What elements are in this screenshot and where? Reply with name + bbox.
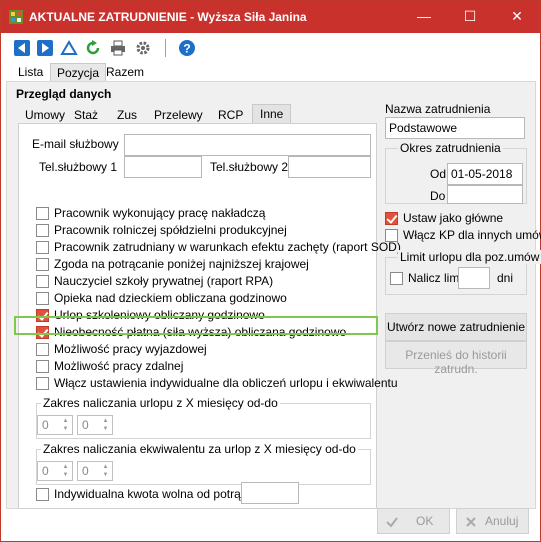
period-group: Okres zatrudnienia Od 01-05-2018 Do <box>385 141 527 204</box>
cancel-button[interactable]: Anuluj <box>456 508 529 534</box>
limit-checkbox[interactable] <box>390 272 403 285</box>
checkbox-sod[interactable] <box>36 241 49 254</box>
svg-text:?: ? <box>183 42 190 56</box>
kp-checkbox[interactable] <box>385 229 398 242</box>
title-bar: AKTUALNE ZATRUDNIENIE - Wyższa Siła Jani… <box>1 1 540 33</box>
move-history-button[interactable]: Przenieś do historii zatrudn. <box>385 341 527 376</box>
range-vacation-label: Zakres naliczania urlopu z X miesięcy od… <box>41 396 280 410</box>
checkbox-naklad[interactable] <box>36 207 49 220</box>
checkbox-zdalna[interactable] <box>36 360 49 373</box>
to-date-field[interactable] <box>447 185 523 204</box>
check-icon <box>386 517 398 528</box>
highlight-box <box>14 316 378 335</box>
limit-unit: dni <box>497 271 514 285</box>
refresh-icon[interactable] <box>84 39 102 57</box>
cancel-icon <box>466 517 476 527</box>
window-title: AKTUALNE ZATRUDNIENIE - Wyższa Siła Jani… <box>29 10 307 24</box>
settings-icon[interactable] <box>134 39 152 57</box>
print-icon[interactable] <box>109 39 127 57</box>
phone2-field[interactable] <box>288 156 371 178</box>
range-vacation-from[interactable]: 0 ▲ ▼ <box>37 415 73 435</box>
tab-lista[interactable]: Lista <box>12 63 49 81</box>
from-label: Od <box>430 167 447 181</box>
dialog-window: AKTUALNE ZATRUDNIENIE - Wyższa Siła Jani… <box>0 0 541 542</box>
phone2-label: Tel.służbowy 2 <box>210 160 289 174</box>
new-employment-button[interactable]: Utwórz nowe zatrudnienie <box>385 313 527 341</box>
checkbox-rolnicza[interactable] <box>36 224 49 237</box>
tab-pozycja[interactable]: Pozycja <box>50 63 107 81</box>
kwota-field[interactable] <box>241 482 299 504</box>
range-equivalent-label: Zakres naliczania ekwiwalentu za urlop z… <box>41 442 358 456</box>
range-equivalent-group: Zakres naliczania ekwiwalentu za urlop z… <box>36 442 371 485</box>
limit-title: Limit urlopu dla poz.umów <box>398 250 541 264</box>
tab-razem[interactable]: Razem <box>100 63 150 81</box>
group-title: Przegląd danych <box>16 87 112 101</box>
next-icon[interactable] <box>36 39 54 57</box>
period-title: Okres zatrudnienia <box>398 141 503 155</box>
ok-button[interactable]: OK <box>377 508 450 534</box>
checkbox-indywidualne[interactable] <box>36 377 49 390</box>
checkbox-wyjazdowa[interactable] <box>36 343 49 356</box>
set-main-checkbox[interactable] <box>385 212 398 225</box>
prev-icon[interactable] <box>13 39 31 57</box>
tab-inne[interactable]: Inne <box>252 104 292 125</box>
range-equivalent-to[interactable]: 0 ▲ ▼ <box>77 461 113 481</box>
maximize-button[interactable]: ☐ <box>447 1 493 31</box>
employment-name-field[interactable]: Podstawowe <box>385 117 525 139</box>
range-vacation-group: Zakres naliczania urlopu z X miesięcy od… <box>36 396 371 439</box>
close-button[interactable]: ✕ <box>494 1 540 31</box>
email-field[interactable] <box>124 134 371 156</box>
checkbox-opieka[interactable] <box>36 292 49 305</box>
triangle-icon[interactable] <box>60 39 78 57</box>
checkbox-zgoda[interactable] <box>36 258 49 271</box>
employment-name-label: Nazwa zatrudnienia <box>385 102 491 116</box>
phone1-label: Tel.służbowy 1 <box>39 160 118 174</box>
help-icon[interactable]: ? <box>178 39 196 57</box>
tab-page-pozycja: Przegląd danych Umowy Staż Zus Przelewy … <box>6 81 541 509</box>
checkbox-nauczyciel[interactable] <box>36 275 49 288</box>
range-vacation-to[interactable]: 0 ▲ ▼ <box>77 415 113 435</box>
phone1-field[interactable] <box>124 156 202 178</box>
toolbar: ? <box>1 33 540 63</box>
range-equivalent-from[interactable]: 0 ▲ ▼ <box>37 461 73 481</box>
app-icon <box>9 10 23 24</box>
limit-days-field[interactable] <box>458 267 490 289</box>
checkbox-kwota[interactable] <box>36 488 49 501</box>
limit-group: Limit urlopu dla poz.umów Nalicz limit d… <box>385 250 541 295</box>
email-label: E-mail służbowy <box>32 137 119 151</box>
minimize-button[interactable]: — <box>401 1 447 31</box>
toolbar-separator <box>165 39 166 57</box>
from-date-field[interactable]: 01-05-2018 <box>447 163 523 185</box>
to-label: Do <box>430 189 446 203</box>
